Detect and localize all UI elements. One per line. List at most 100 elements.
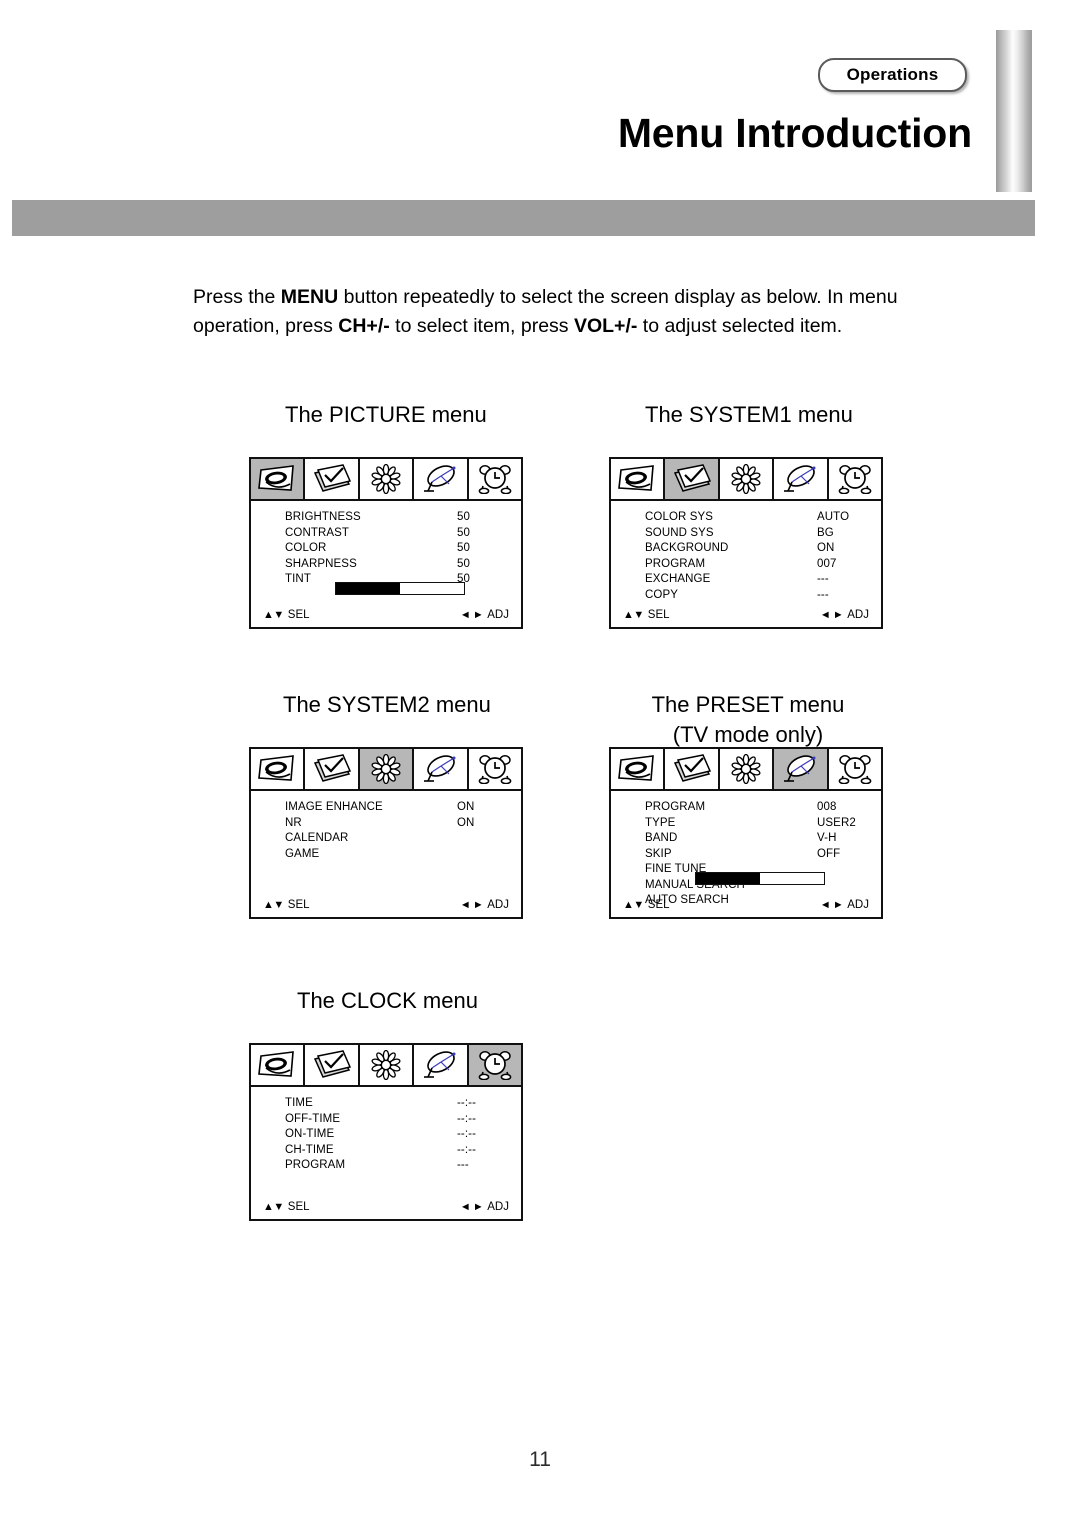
preset-tab[interactable] xyxy=(774,459,829,499)
picture-tab[interactable] xyxy=(611,749,666,789)
osd-row-value: --- xyxy=(457,1159,469,1171)
select-arrows-icon: ▲▼ xyxy=(263,899,284,911)
intro-text-4: to adjust selected item. xyxy=(637,314,843,337)
adjust-progress-bar[interactable] xyxy=(335,582,465,595)
osd-row[interactable]: PROGRAM 007 xyxy=(645,557,867,573)
system1-tab[interactable] xyxy=(305,459,360,499)
adjust-progress-fill xyxy=(336,583,400,594)
adjust-arrows-icon: ◄ ► xyxy=(819,609,844,621)
osd-body: IMAGE ENHANCE ON NR ON CALENDAR GAME ▲▼ SEL ◄ … xyxy=(251,791,521,917)
osd-row[interactable]: PROGRAM --- xyxy=(285,1158,507,1174)
decorative-column xyxy=(996,30,1032,192)
osd-row[interactable]: ON-TIME --:-- xyxy=(285,1127,507,1143)
alarm-clock-icon xyxy=(476,754,514,784)
satellite-dish-icon xyxy=(780,754,820,784)
osd-tabbar xyxy=(251,1045,522,1087)
osd-row[interactable]: SHARPNESS 50 xyxy=(285,557,507,573)
clock-tab[interactable] xyxy=(828,459,882,499)
clock-tab[interactable] xyxy=(468,1045,522,1085)
osd-row[interactable]: CH-TIME --:-- xyxy=(285,1143,507,1159)
osd-row[interactable]: NR ON xyxy=(285,816,507,832)
caption-preset-line1: The PRESET menu xyxy=(651,692,845,717)
picture-tab[interactable] xyxy=(251,1045,306,1085)
adjust-arrows-icon: ◄ ► xyxy=(459,1201,484,1213)
picture-tab[interactable] xyxy=(251,459,306,499)
osd-row[interactable]: BAND V-H xyxy=(645,831,867,847)
osd-row[interactable]: CALENDAR xyxy=(285,831,507,847)
sunburst-flower-icon xyxy=(729,754,763,784)
clock-tab[interactable] xyxy=(468,459,522,499)
osd-row[interactable]: BRIGHTNESS 50 xyxy=(285,510,507,526)
adjust-hint-label: ADJ xyxy=(487,609,509,621)
picture-tab[interactable] xyxy=(251,749,306,789)
osd-row[interactable]: EXCHANGE --- xyxy=(645,572,867,588)
osd-footer: ▲▼ SEL ◄ ► ADJ xyxy=(263,1201,509,1213)
clock-tab[interactable] xyxy=(468,749,522,789)
osd-row[interactable]: SOUND SYS BG xyxy=(645,526,867,542)
osd-clock-menu: TIME --:-- OFF-TIME --:-- ON-TIME --:-- CH-TIM… xyxy=(249,1043,523,1221)
system1-tab[interactable] xyxy=(665,749,720,789)
osd-row-label: BAND xyxy=(645,832,678,844)
system1-tab[interactable] xyxy=(305,749,360,789)
alarm-clock-icon xyxy=(476,1050,514,1080)
system2-tab[interactable] xyxy=(719,459,775,499)
osd-row-value: BG xyxy=(817,526,834,539)
adjust-hint: ◄ ► ADJ xyxy=(820,609,869,621)
osd-body: PROGRAM 008 TYPE USER2 BAND V-H SKIP OFF FINE TU… xyxy=(611,791,881,917)
osd-row[interactable]: OFF-TIME --:-- xyxy=(285,1112,507,1128)
osd-preset-menu: PROGRAM 008 TYPE USER2 BAND V-H SKIP OFF FINE TU… xyxy=(609,747,883,919)
system1-tab[interactable] xyxy=(305,1045,360,1085)
osd-row-label: SOUND SYS xyxy=(645,526,714,539)
osd-row[interactable]: IMAGE ENHANCE ON xyxy=(285,800,507,816)
osd-row[interactable]: TYPE USER2 xyxy=(645,816,867,832)
page-header: Operations Menu Introduction xyxy=(0,0,1080,200)
osd-row-value: 50 xyxy=(457,557,470,570)
system2-tab[interactable] xyxy=(359,1045,415,1085)
alarm-clock-icon xyxy=(476,464,514,494)
osd-row[interactable]: SKIP OFF xyxy=(645,847,867,863)
osd-row-label: SKIP xyxy=(645,847,672,860)
osd-row-value: USER2 xyxy=(817,816,856,829)
osd-row-value: --:-- xyxy=(457,1143,477,1156)
sunburst-flower-icon xyxy=(369,464,403,494)
osd-row[interactable]: COPY --- xyxy=(645,588,867,604)
osd-row[interactable]: CONTRAST 50 xyxy=(285,526,507,542)
picture-tab[interactable] xyxy=(611,459,666,499)
preset-tab[interactable] xyxy=(414,1045,469,1085)
caption-system1-menu: The SYSTEM1 menu xyxy=(645,402,853,427)
preset-tab[interactable] xyxy=(774,749,829,789)
select-hint-label: SEL xyxy=(287,1201,310,1213)
system2-tab[interactable] xyxy=(359,459,415,499)
alarm-clock-icon xyxy=(836,754,874,784)
select-arrows-icon: ▲▼ xyxy=(623,609,644,621)
system2-tab[interactable] xyxy=(359,749,415,789)
select-hint-label: SEL xyxy=(647,609,670,621)
osd-row-value: --:-- xyxy=(457,1097,477,1109)
osd-picture-menu: BRIGHTNESS 50 CONTRAST 50 COLOR 50 SHARPNESS 50… xyxy=(249,457,523,629)
adjust-progress-bar[interactable] xyxy=(695,872,825,885)
checkmark-page-icon xyxy=(672,754,712,784)
osd-row[interactable]: TIME --:-- xyxy=(285,1096,507,1112)
osd-row[interactable]: GAME xyxy=(285,847,507,863)
osd-row[interactable]: COLOR SYS AUTO xyxy=(645,510,867,526)
satellite-dish-icon xyxy=(420,754,460,784)
preset-tab[interactable] xyxy=(414,749,469,789)
adjust-hint-label: ADJ xyxy=(487,899,509,911)
system1-tab[interactable] xyxy=(665,459,720,499)
osd-row-value: OFF xyxy=(817,847,841,860)
osd-row-label: SHARPNESS xyxy=(285,557,357,570)
osd-row-label: COLOR xyxy=(285,542,327,554)
osd-row[interactable]: COLOR 50 xyxy=(285,541,507,557)
adjust-arrows-icon: ◄ ► xyxy=(459,899,484,911)
select-arrows-icon: ▲▼ xyxy=(623,899,644,911)
adjust-hint: ◄ ► ADJ xyxy=(820,899,869,911)
preset-tab[interactable] xyxy=(414,459,469,499)
osd-row[interactable]: BACKGROUND ON xyxy=(645,541,867,557)
osd-row[interactable]: PROGRAM 008 xyxy=(645,800,867,816)
osd-system2-menu: IMAGE ENHANCE ON NR ON CALENDAR GAME ▲▼ SEL ◄ … xyxy=(249,747,523,919)
osd-rows: TIME --:-- OFF-TIME --:-- ON-TIME --:-- CH-TIM… xyxy=(285,1096,507,1174)
osd-row-value: ON xyxy=(457,816,475,829)
osd-row-value: 50 xyxy=(457,542,470,554)
clock-tab[interactable] xyxy=(828,749,882,789)
system2-tab[interactable] xyxy=(719,749,775,789)
